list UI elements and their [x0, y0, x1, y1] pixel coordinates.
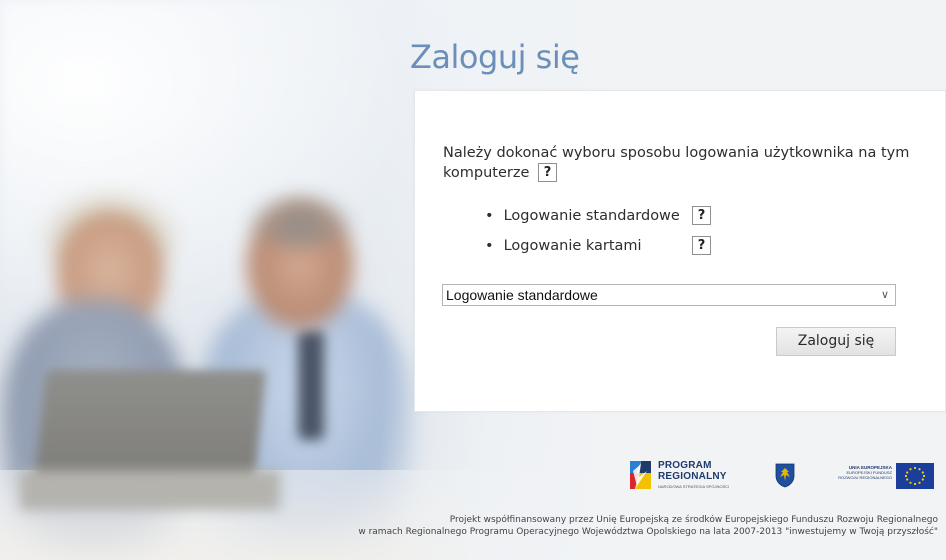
login-panel: Należy dokonać wyboru sposobu logowania …	[414, 90, 946, 412]
footer-line1: Projekt współfinansowany przez Unię Euro…	[449, 515, 938, 525]
option-label-standard: Logowanie standardowe	[503, 208, 680, 224]
program-line3: NARODOWA STRATEGIA SPÓJNOŚCI	[658, 484, 730, 489]
laptop-base	[20, 470, 280, 510]
login-button[interactable]: Zaloguj się	[776, 327, 896, 356]
eu-flag-icon	[896, 463, 934, 489]
select-value: Logowanie standardowe	[446, 287, 598, 303]
person-right-hair	[245, 190, 355, 250]
opolskie-coat-of-arms-icon	[775, 463, 795, 488]
help-card-login-button[interactable]: ?	[692, 236, 711, 255]
list-item-card-login: • Logowanie kartami ?	[485, 236, 711, 256]
bullet: •	[485, 238, 494, 254]
login-method-select[interactable]: Logowanie standardowe ∨	[442, 284, 896, 306]
help-login-method-button[interactable]: ?	[537, 162, 557, 182]
program-regionalny-mark-icon	[630, 461, 651, 489]
person-right-tie	[298, 330, 324, 440]
chevron-down-icon: ∨	[880, 289, 889, 301]
option-label-card: Logowanie kartami	[503, 238, 642, 254]
eu-logo-text: UNIA EUROPEJSKA EUROPEJSKI FUNDUSZ ROZWO…	[822, 465, 892, 480]
help-standard-login-button[interactable]: ?	[692, 206, 711, 225]
page-title: Zaloguj się	[410, 38, 580, 76]
laptop-screen	[33, 370, 267, 485]
program-line1: PROGRAM	[658, 460, 712, 471]
program-line2: REGIONALNY	[658, 471, 727, 482]
login-options-list: • Logowanie standardowe ? • Logowanie ka…	[485, 206, 711, 266]
list-item-standard-login: • Logowanie standardowe ?	[485, 206, 711, 226]
program-regionalny-logo: PROGRAM REGIONALNY NARODOWA STRATEGIA SP…	[627, 456, 757, 494]
bullet: •	[485, 208, 494, 224]
eu-line3: ROZWOJU REGIONALNEGO	[838, 475, 892, 480]
footer-line2: w ramach Regionalnego Programu Operacyjn…	[358, 527, 938, 537]
instruction-text: Należy dokonać wyboru sposobu logowania …	[443, 143, 913, 183]
footer: Projekt współfinansowany przez Unię Euro…	[218, 514, 938, 538]
instruction-label: Należy dokonać wyboru sposobu logowania …	[443, 145, 910, 181]
